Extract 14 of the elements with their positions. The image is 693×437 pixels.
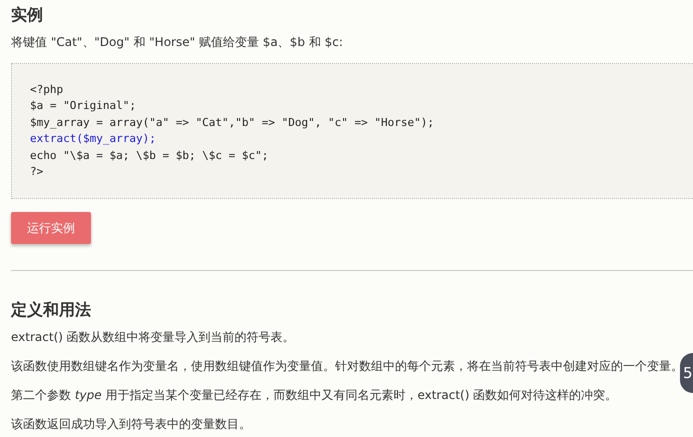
- code-line: ?>: [30, 164, 44, 180]
- code-line: $my_array = array("a" => "Cat","b" => "Dog", "c" => "Horse");: [30, 114, 435, 131]
- code-line: echo "\$a = $a; \$b = $b; \$c = $c";: [30, 148, 270, 164]
- code-line: <?php: [30, 82, 64, 98]
- paragraph: 该函数返回成功导入到符号表中的变量数目。: [11, 416, 251, 433]
- paragraph: 该函数使用数组键名作为变量名，使用数组键值作为变量值。针对数组中的每个元素，将在当前符号表中创建对应的一个变量。: [11, 358, 683, 375]
- code-line: $a = "Original";: [30, 98, 137, 114]
- paragraph: extract() 函数从数组中将变量导入到当前的符号表。: [11, 329, 295, 346]
- intro-text: 将键值 "Cat"、"Dog" 和 "Horse" 赋值给变量 $a、$b 和 $c:: [11, 34, 344, 51]
- floating-button[interactable]: 5: [680, 353, 693, 393]
- section-heading: 定义和用法: [11, 299, 92, 321]
- code-line: extract($my_array);: [30, 131, 157, 147]
- section-heading: 实例: [11, 4, 44, 26]
- paragraph: 第二个参数 type 用于指定当某个变量已经存在，而数组中又有同名元素时，extract() 函数如何对待这样的冲突。: [11, 387, 618, 404]
